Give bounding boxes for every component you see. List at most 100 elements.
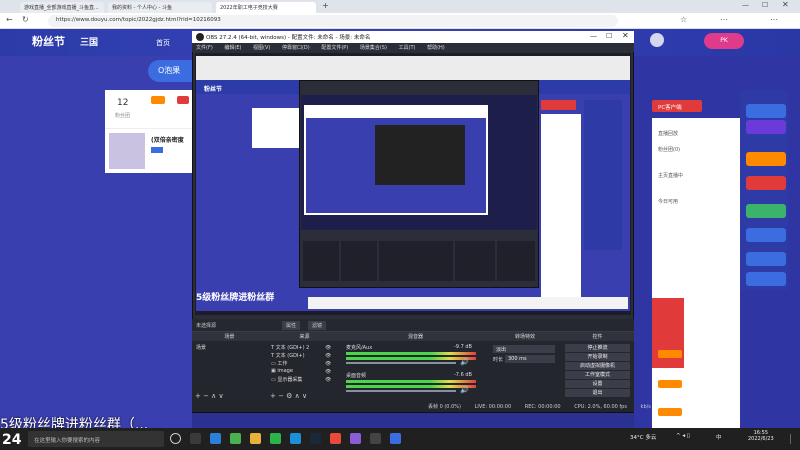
browser-tab-3[interactable]: 2022年职工电子竞技大赛 [216, 2, 316, 13]
streamer-name: (双倍亲密度 [151, 137, 184, 144]
minimize-icon[interactable]: — [742, 1, 749, 9]
room-side-card: 直播回放 粉丝团(0) 主页直播中 今日可用 [652, 118, 740, 450]
header-promo-badge[interactable]: PK [704, 33, 744, 49]
audio-mixer-dock: 混音器 麦克风/Aux -9.7 dB 🔊 桌面音频 -7.6 dB 🔊 [342, 331, 489, 401]
no-source-label: 未选择源 [196, 323, 217, 329]
source-item-1[interactable]: T 文本 (GDI+) 2 [271, 344, 309, 351]
browser-tab-1[interactable]: 游戏直播_全部游戏直播_斗鱼直... [20, 2, 104, 13]
mixer-channel-1-meter-r [346, 357, 476, 360]
obs-menu-profile[interactable]: 配置文件(P) [321, 45, 348, 51]
dropped-frames: 丢帧 0 (0.0%) [428, 404, 461, 410]
nav-home-link[interactable]: 首页 [156, 38, 170, 48]
back-icon[interactable]: ← [6, 15, 13, 24]
fans-badge-icon [151, 96, 165, 104]
source-item-2[interactable]: T 文本 (GDI+) [271, 352, 305, 359]
obs-logo-icon [196, 33, 204, 41]
address-bar[interactable]: https://www.douyu.com/topic/2022gjdz.htm… [48, 15, 618, 27]
clock[interactable]: 16:55 2022/6/23 [748, 430, 774, 442]
promo-tile-3[interactable] [746, 152, 786, 166]
source-item-4[interactable]: ▣ image [271, 368, 293, 374]
chrome-icon[interactable] [230, 433, 241, 444]
streamer-card: (双倍亲密度 [105, 128, 195, 173]
close-icon[interactable]: ✕ [782, 0, 789, 9]
source-item-3[interactable]: ▭ 工作 [271, 360, 287, 367]
new-tab-icon[interactable]: + [322, 1, 329, 10]
start-button[interactable] [0, 431, 26, 447]
preview-nested-obs-2 [375, 125, 465, 185]
visibility-eye-icons[interactable]: 👁 👁 👁 👁 👁 [325, 344, 331, 384]
fans-count: 12 [117, 98, 129, 108]
mixer-channel-1-slider[interactable] [346, 362, 456, 364]
obs-maximize-icon[interactable]: ☐ [606, 32, 612, 40]
preview-nested-docks [301, 233, 537, 285]
promo-tile-8[interactable] [746, 272, 786, 286]
widgets-icon[interactable] [190, 433, 201, 444]
promo-tile-5[interactable] [746, 204, 786, 218]
transition-select[interactable]: 淡出 [493, 345, 555, 353]
site-logo[interactable]: 粉丝节 [32, 33, 65, 49]
edge-browser-icon[interactable] [210, 433, 221, 444]
obs-taskbar-icon[interactable] [370, 433, 381, 444]
qq-icon[interactable] [290, 433, 301, 444]
scene-item[interactable]: 场景 [196, 344, 206, 351]
browser-tab-bar: 游戏直播_全部游戏直播_斗鱼直... 我的资料 - 个人中心 - 斗鱼 2022… [0, 0, 800, 13]
properties-button[interactable]: 属性 [282, 321, 301, 330]
wechat-icon[interactable] [270, 433, 281, 444]
obs-close-icon[interactable]: ✕ [622, 31, 629, 40]
mixer-channel-2-speaker-icon[interactable]: 🔊 [460, 386, 469, 394]
obs-menu-help[interactable]: 帮助(H) [427, 45, 445, 51]
obs-menu-file[interactable]: 文件(F) [196, 45, 213, 51]
transition-duration-input[interactable]: 300 ms [505, 355, 555, 363]
obs-menu-edit[interactable]: 编辑(E) [224, 45, 241, 51]
exit-button[interactable]: 退出 [565, 389, 630, 397]
mixer-channel-1-speaker-icon[interactable]: 🔊 [460, 358, 469, 366]
settings-button[interactable]: 设置 [565, 380, 630, 388]
side-label-2: 粉丝团(0) [658, 147, 681, 153]
refresh-icon[interactable]: ↻ [22, 15, 29, 24]
scene-add-icon[interactable]: + − ∧ ∨ [195, 392, 224, 400]
file-explorer-icon[interactable] [250, 433, 261, 444]
filters-button[interactable]: 滤镜 [308, 321, 327, 330]
follow-btn-1[interactable] [658, 350, 682, 358]
task-view-icon[interactable] [170, 433, 181, 444]
promo-tile-1[interactable] [746, 104, 786, 118]
source-item-5[interactable]: ▭ 显示器采集 [271, 376, 302, 383]
obs-menu-scene-collection[interactable]: 场景集合(S) [360, 45, 387, 51]
streamer-avatar[interactable] [109, 133, 145, 169]
follow-btn-2[interactable] [658, 380, 682, 388]
browser-tab-2[interactable]: 我的资料 - 个人中心 - 斗鱼 [108, 2, 212, 13]
extensions-icon[interactable]: ⋯ [720, 15, 728, 24]
follow-btn-3[interactable] [658, 408, 682, 416]
source-add-icon[interactable]: + − ⚙ ∧ ∨ [270, 392, 307, 400]
mixer-channel-2-slider[interactable] [346, 390, 456, 392]
app-icon-blue[interactable] [390, 433, 401, 444]
star-icon[interactable]: ☆ [680, 15, 687, 24]
promo-tile-6[interactable] [746, 228, 786, 242]
maximize-icon[interactable]: ☐ [762, 1, 768, 9]
user-avatar[interactable] [650, 33, 664, 47]
tray-icons[interactable]: ^ ◂ ▯ [676, 433, 690, 439]
menu-icon[interactable]: ⋯ [770, 15, 778, 24]
show-desktop-button[interactable] [790, 434, 796, 444]
obs-minimize-icon[interactable]: — [590, 32, 597, 40]
mixer-channel-1-meter [346, 352, 476, 355]
input-language[interactable]: 中 [716, 433, 722, 441]
promo-tile-2[interactable] [746, 120, 786, 134]
app-icon-red[interactable] [330, 433, 341, 444]
studio-mode-button[interactable]: 工作室模式 [565, 371, 630, 379]
taskbar-search-input[interactable]: 在这里输入你要搜索的内容 [28, 431, 164, 447]
promo-tile-4[interactable] [746, 176, 786, 190]
source-item-4-label: image [277, 368, 293, 374]
app-icon-purple[interactable] [350, 433, 361, 444]
start-recording-button[interactable]: 开始录制 [565, 353, 630, 361]
obs-menu-tools[interactable]: 工具(T) [399, 45, 416, 51]
obs-menu-view[interactable]: 视图(V) [253, 45, 270, 51]
pc-client-button[interactable]: PC客户端 [652, 100, 702, 112]
virtual-camera-button[interactable]: 启动虚拟摄像机 [565, 362, 630, 370]
weather-widget[interactable]: 34°C 多云 [630, 433, 656, 441]
stop-streaming-button[interactable]: 停止推流 [565, 344, 630, 352]
gift-badge-icon [177, 96, 189, 104]
obs-menu-docks[interactable]: 停靠窗口(D) [282, 45, 310, 51]
steam-icon[interactable] [310, 433, 321, 444]
promo-tile-7[interactable] [746, 252, 786, 266]
